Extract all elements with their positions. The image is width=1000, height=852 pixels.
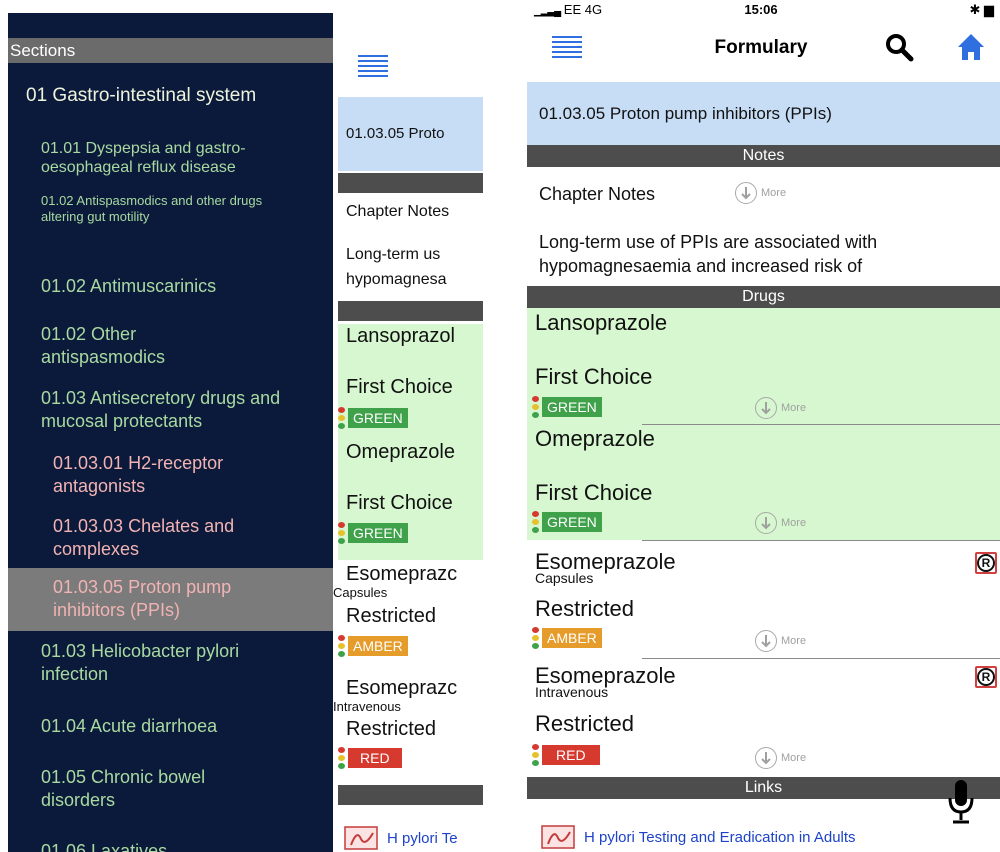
section-item[interactable]: 01.03.03 Chelates and complexes <box>8 515 238 560</box>
down-arrow-icon <box>755 630 777 652</box>
traffic-light-icon <box>338 407 346 429</box>
more-button[interactable]: More <box>755 397 806 419</box>
drug-status: First Choice <box>346 376 453 398</box>
notes-bar <box>338 173 483 193</box>
home-icon[interactable] <box>956 32 986 62</box>
drugs-bar <box>338 301 483 321</box>
drug-name[interactable]: Esomeprazc <box>346 563 457 586</box>
section-item[interactable]: 01.04 Acute diarrhoea <box>8 715 333 738</box>
section-item[interactable]: 01.03 Antisecretory drugs and mucosal pr… <box>8 387 308 432</box>
drug-status: First Choice <box>535 480 653 505</box>
drug-name[interactable]: Lansoprazol <box>346 325 455 348</box>
links-header: Links <box>527 777 1000 799</box>
drug-name[interactable]: Omeprazole <box>535 426 655 452</box>
section-item[interactable]: 01.03.01 H2-receptor antagonists <box>8 452 268 497</box>
restricted-r-icon: R <box>975 552 997 574</box>
more-button[interactable]: More <box>755 512 806 534</box>
section-item[interactable]: 01 Gastro-intestinal system <box>8 85 333 107</box>
section-item-selected[interactable]: 01.03.05 Proton pump inhibitors (PPIs) <box>8 568 333 631</box>
down-arrow-icon <box>755 512 777 534</box>
drug-form: Intravenous <box>535 684 609 700</box>
restricted-r-icon: R <box>975 666 997 688</box>
notes-text: hypomagnesaemia and increased risk of <box>539 256 863 276</box>
notes-text: hypomagnesa <box>346 271 447 288</box>
pdf-icon <box>344 826 378 850</box>
section-item[interactable]: 01.01 Dyspepsia and gastro-oesophageal r… <box>8 139 308 177</box>
drug-name[interactable]: Esomeprazc <box>346 677 457 700</box>
chapter-notes-label: Chapter Notes <box>346 203 450 220</box>
hamburger-menu-icon[interactable] <box>358 55 388 79</box>
traffic-light-icon <box>338 522 346 544</box>
drug-form: Intravenous <box>333 699 401 714</box>
status-bar: ▁▂▃▄ EE 4G 15:06 ✱ ▆ <box>522 0 1000 20</box>
links-bar <box>338 785 483 805</box>
notes-text: Long-term use of PPIs are associated wit… <box>539 232 878 252</box>
section-item[interactable]: 01.05 Chronic bowel disorders <box>8 766 228 811</box>
section-item[interactable]: 01.03 Helicobacter pylori infection <box>8 640 268 685</box>
pdf-icon <box>541 825 575 849</box>
section-item[interactable]: 01.02 Antimuscarinics <box>8 275 333 298</box>
page-title: Formulary <box>714 37 808 58</box>
more-button[interactable]: More <box>735 182 786 204</box>
down-arrow-icon <box>735 182 757 204</box>
drug-name[interactable]: Lansoprazole <box>535 310 667 336</box>
more-button[interactable]: More <box>755 747 806 769</box>
divider <box>642 540 1000 541</box>
drugs-header: Drugs <box>527 286 1000 308</box>
traffic-light-icon <box>532 627 540 649</box>
section-title: 01.03.05 Proto <box>338 97 483 171</box>
formulary-badge-green: GREEN <box>532 511 602 533</box>
link-item[interactable]: H pylori Te <box>343 825 458 851</box>
formulary-badge-green: GREEN <box>532 396 602 418</box>
formulary-badge: GREEN <box>338 522 408 544</box>
drug-form: Capsules <box>333 585 388 600</box>
drug-status: First Choice <box>346 492 453 514</box>
traffic-light-icon <box>532 511 540 533</box>
traffic-light-icon <box>338 635 346 657</box>
section-title: 01.03.05 Proton pump inhibitors (PPIs) <box>527 82 1000 145</box>
sections-drawer: Sections 01 Gastro-intestinal system 01.… <box>8 13 333 852</box>
left-screenshot: Sections 01 Gastro-intestinal system 01.… <box>0 0 483 852</box>
right-screenshot: ▁▂▃▄ EE 4G 15:06 ✱ ▆ Formulary 01.03.05 … <box>522 0 1000 852</box>
formulary-badge: GREEN <box>338 407 408 429</box>
traffic-light-icon <box>532 396 540 418</box>
notes-header: Notes <box>527 145 1000 167</box>
drug-status: Restricted <box>346 718 437 740</box>
microphone-icon[interactable] <box>946 778 976 826</box>
divider <box>642 424 1000 425</box>
drug-status: Restricted <box>535 711 635 736</box>
formulary-badge-amber: AMBER <box>532 627 602 649</box>
formulary-badge-red: RED <box>532 744 600 766</box>
chapter-notes-label: Chapter Notes <box>539 184 656 204</box>
link-item[interactable]: H pylori Testing and Eradication in Adul… <box>540 824 856 850</box>
drug-status: Restricted <box>535 596 635 621</box>
drug-form: Capsules <box>535 570 594 586</box>
formulary-peek: 01.03.05 Proto Chapter Notes Long-term u… <box>333 13 483 852</box>
nav-bar: Formulary <box>522 22 1000 77</box>
formulary-badge: RED <box>338 747 402 769</box>
down-arrow-icon <box>755 747 777 769</box>
section-item[interactable]: 01.06 Laxatives <box>8 840 333 852</box>
divider <box>642 658 1000 659</box>
search-icon[interactable] <box>884 32 914 62</box>
notes-text: Long-term us <box>346 246 441 263</box>
battery-icon: ✱ ▆ <box>969 2 994 17</box>
sections-header: Sections <box>8 38 333 63</box>
traffic-light-icon <box>532 744 540 766</box>
section-item[interactable]: 01.02 Other antispasmodics <box>8 323 238 368</box>
more-button[interactable]: More <box>755 630 806 652</box>
clock: 15:06 <box>744 2 778 17</box>
down-arrow-icon <box>755 397 777 419</box>
drug-status: Restricted <box>346 605 437 627</box>
drug-status: First Choice <box>535 364 653 389</box>
section-item[interactable]: 01.02 Antispasmodics and other drugs alt… <box>8 193 278 226</box>
drug-name[interactable]: Omeprazole <box>346 441 455 464</box>
traffic-light-icon <box>338 747 346 769</box>
formulary-badge: AMBER <box>338 635 408 657</box>
